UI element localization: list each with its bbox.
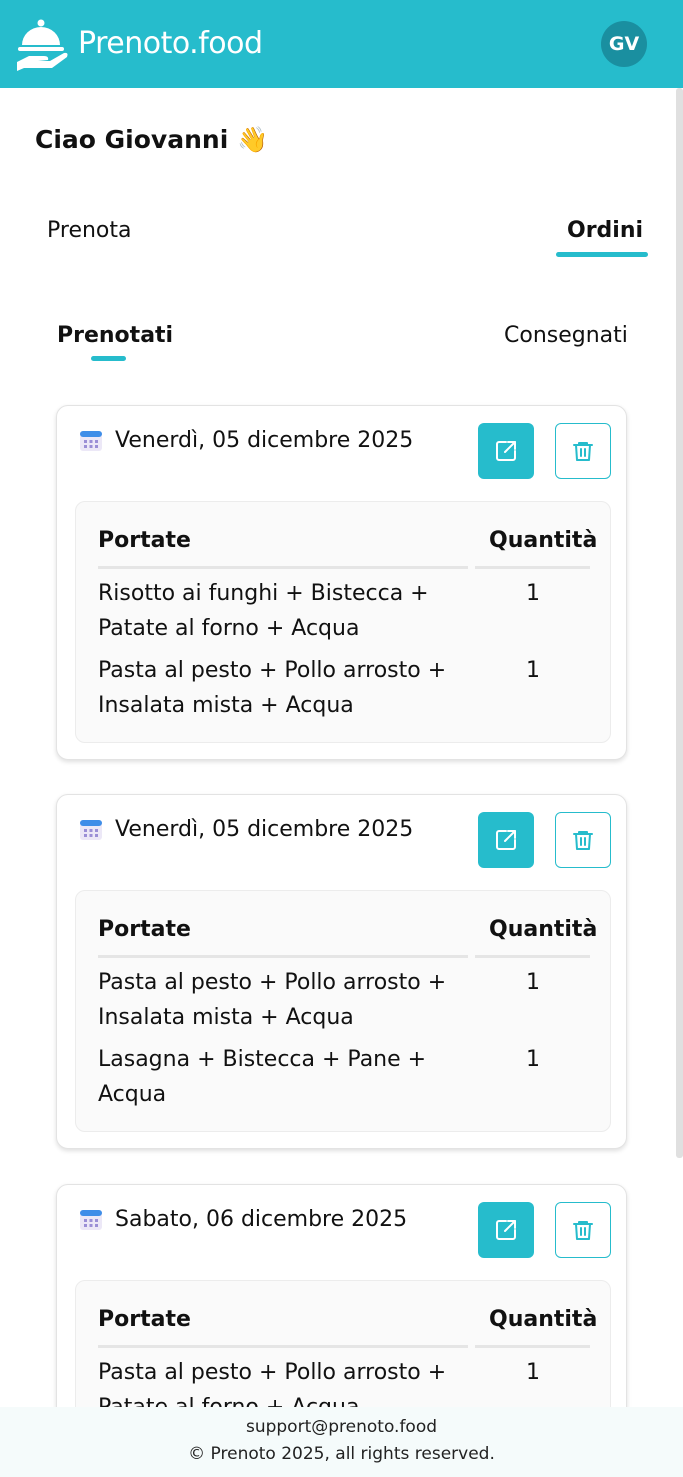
calendar-icon (80, 431, 102, 451)
header-divider (475, 955, 590, 958)
waving-hand-icon: 👋 (236, 125, 269, 154)
trash-icon (573, 831, 593, 850)
external-link-icon (496, 830, 516, 850)
order-date: Sabato, 06 dicembre 2025 (115, 1207, 408, 1232)
external-link-icon (496, 1220, 516, 1240)
dish-cell: Lasagna + Bistecca + Pane + Acqua (98, 1047, 427, 1107)
header-divider (98, 1345, 468, 1348)
quantity-cell: 1 (526, 970, 540, 995)
order-table: Portate Quantità Pasta al pesto + Pollo … (75, 890, 611, 1132)
subtab-prenotati[interactable]: Prenotati (57, 323, 173, 348)
order-date: Venerdì, 05 dicembre 2025 (115, 428, 414, 453)
column-header-dishes: Portate (98, 528, 191, 553)
open-order-button[interactable] (478, 812, 534, 868)
column-header-quantity: Quantità (489, 917, 598, 942)
tab-ordini[interactable]: Ordini (567, 218, 643, 243)
quantity-cell: 1 (526, 658, 540, 683)
column-header-quantity: Quantità (489, 528, 598, 553)
column-header-dishes: Portate (98, 1307, 191, 1332)
page-scrollbar[interactable] (676, 88, 683, 1158)
tab-ordini-indicator (556, 252, 648, 257)
greeting-heading: Ciao Giovanni 👋 (35, 125, 268, 155)
quantity-cell: 1 (526, 581, 540, 606)
open-order-button[interactable] (478, 1202, 534, 1258)
dish-cell: Pasta al pesto + Pollo arrosto + Insalat… (98, 658, 447, 718)
header-divider (98, 566, 468, 569)
dish-cell: Risotto ai funghi + Bistecca + Patate al… (98, 581, 429, 641)
support-email-link[interactable]: support@prenoto.food (0, 1417, 683, 1437)
brand-name[interactable]: Prenoto.food (78, 26, 263, 61)
delete-order-button[interactable] (555, 812, 611, 868)
subtab-consegnati[interactable]: Consegnati (504, 323, 628, 348)
delete-order-button[interactable] (555, 423, 611, 479)
copyright-text: © Prenoto 2025, all rights reserved. (188, 1444, 495, 1464)
order-card: Venerdì, 05 dicembre 2025 Portate Quanti… (56, 405, 627, 760)
header-divider (98, 955, 468, 958)
calendar-icon (80, 1210, 102, 1230)
trash-icon (573, 1221, 593, 1240)
user-avatar[interactable]: GV (601, 21, 647, 67)
greeting-text: Ciao Giovanni (35, 125, 229, 154)
subtab-prenotati-indicator (91, 356, 126, 361)
page-footer: support@prenoto.food © Prenoto 2025, all… (0, 1407, 683, 1477)
order-table: Portate Quantità Risotto ai funghi + Bis… (75, 501, 611, 743)
delete-order-button[interactable] (555, 1202, 611, 1258)
tab-prenota[interactable]: Prenota (47, 218, 132, 243)
dish-cell: Pasta al pesto + Pollo arrosto + Insalat… (98, 970, 447, 1030)
trash-icon (573, 442, 593, 461)
column-header-dishes: Portate (98, 917, 191, 942)
app-header: Prenoto.food GV (0, 0, 683, 88)
column-header-quantity: Quantità (489, 1307, 598, 1332)
quantity-cell: 1 (526, 1360, 540, 1385)
open-order-button[interactable] (478, 423, 534, 479)
header-divider (475, 566, 590, 569)
external-link-icon (496, 441, 516, 461)
header-divider (475, 1345, 590, 1348)
cloche-logo-icon (17, 19, 68, 71)
order-card: Venerdì, 05 dicembre 2025 Portate Quanti… (56, 794, 627, 1149)
calendar-icon (80, 820, 102, 840)
quantity-cell: 1 (526, 1047, 540, 1072)
order-date: Venerdì, 05 dicembre 2025 (115, 817, 414, 842)
